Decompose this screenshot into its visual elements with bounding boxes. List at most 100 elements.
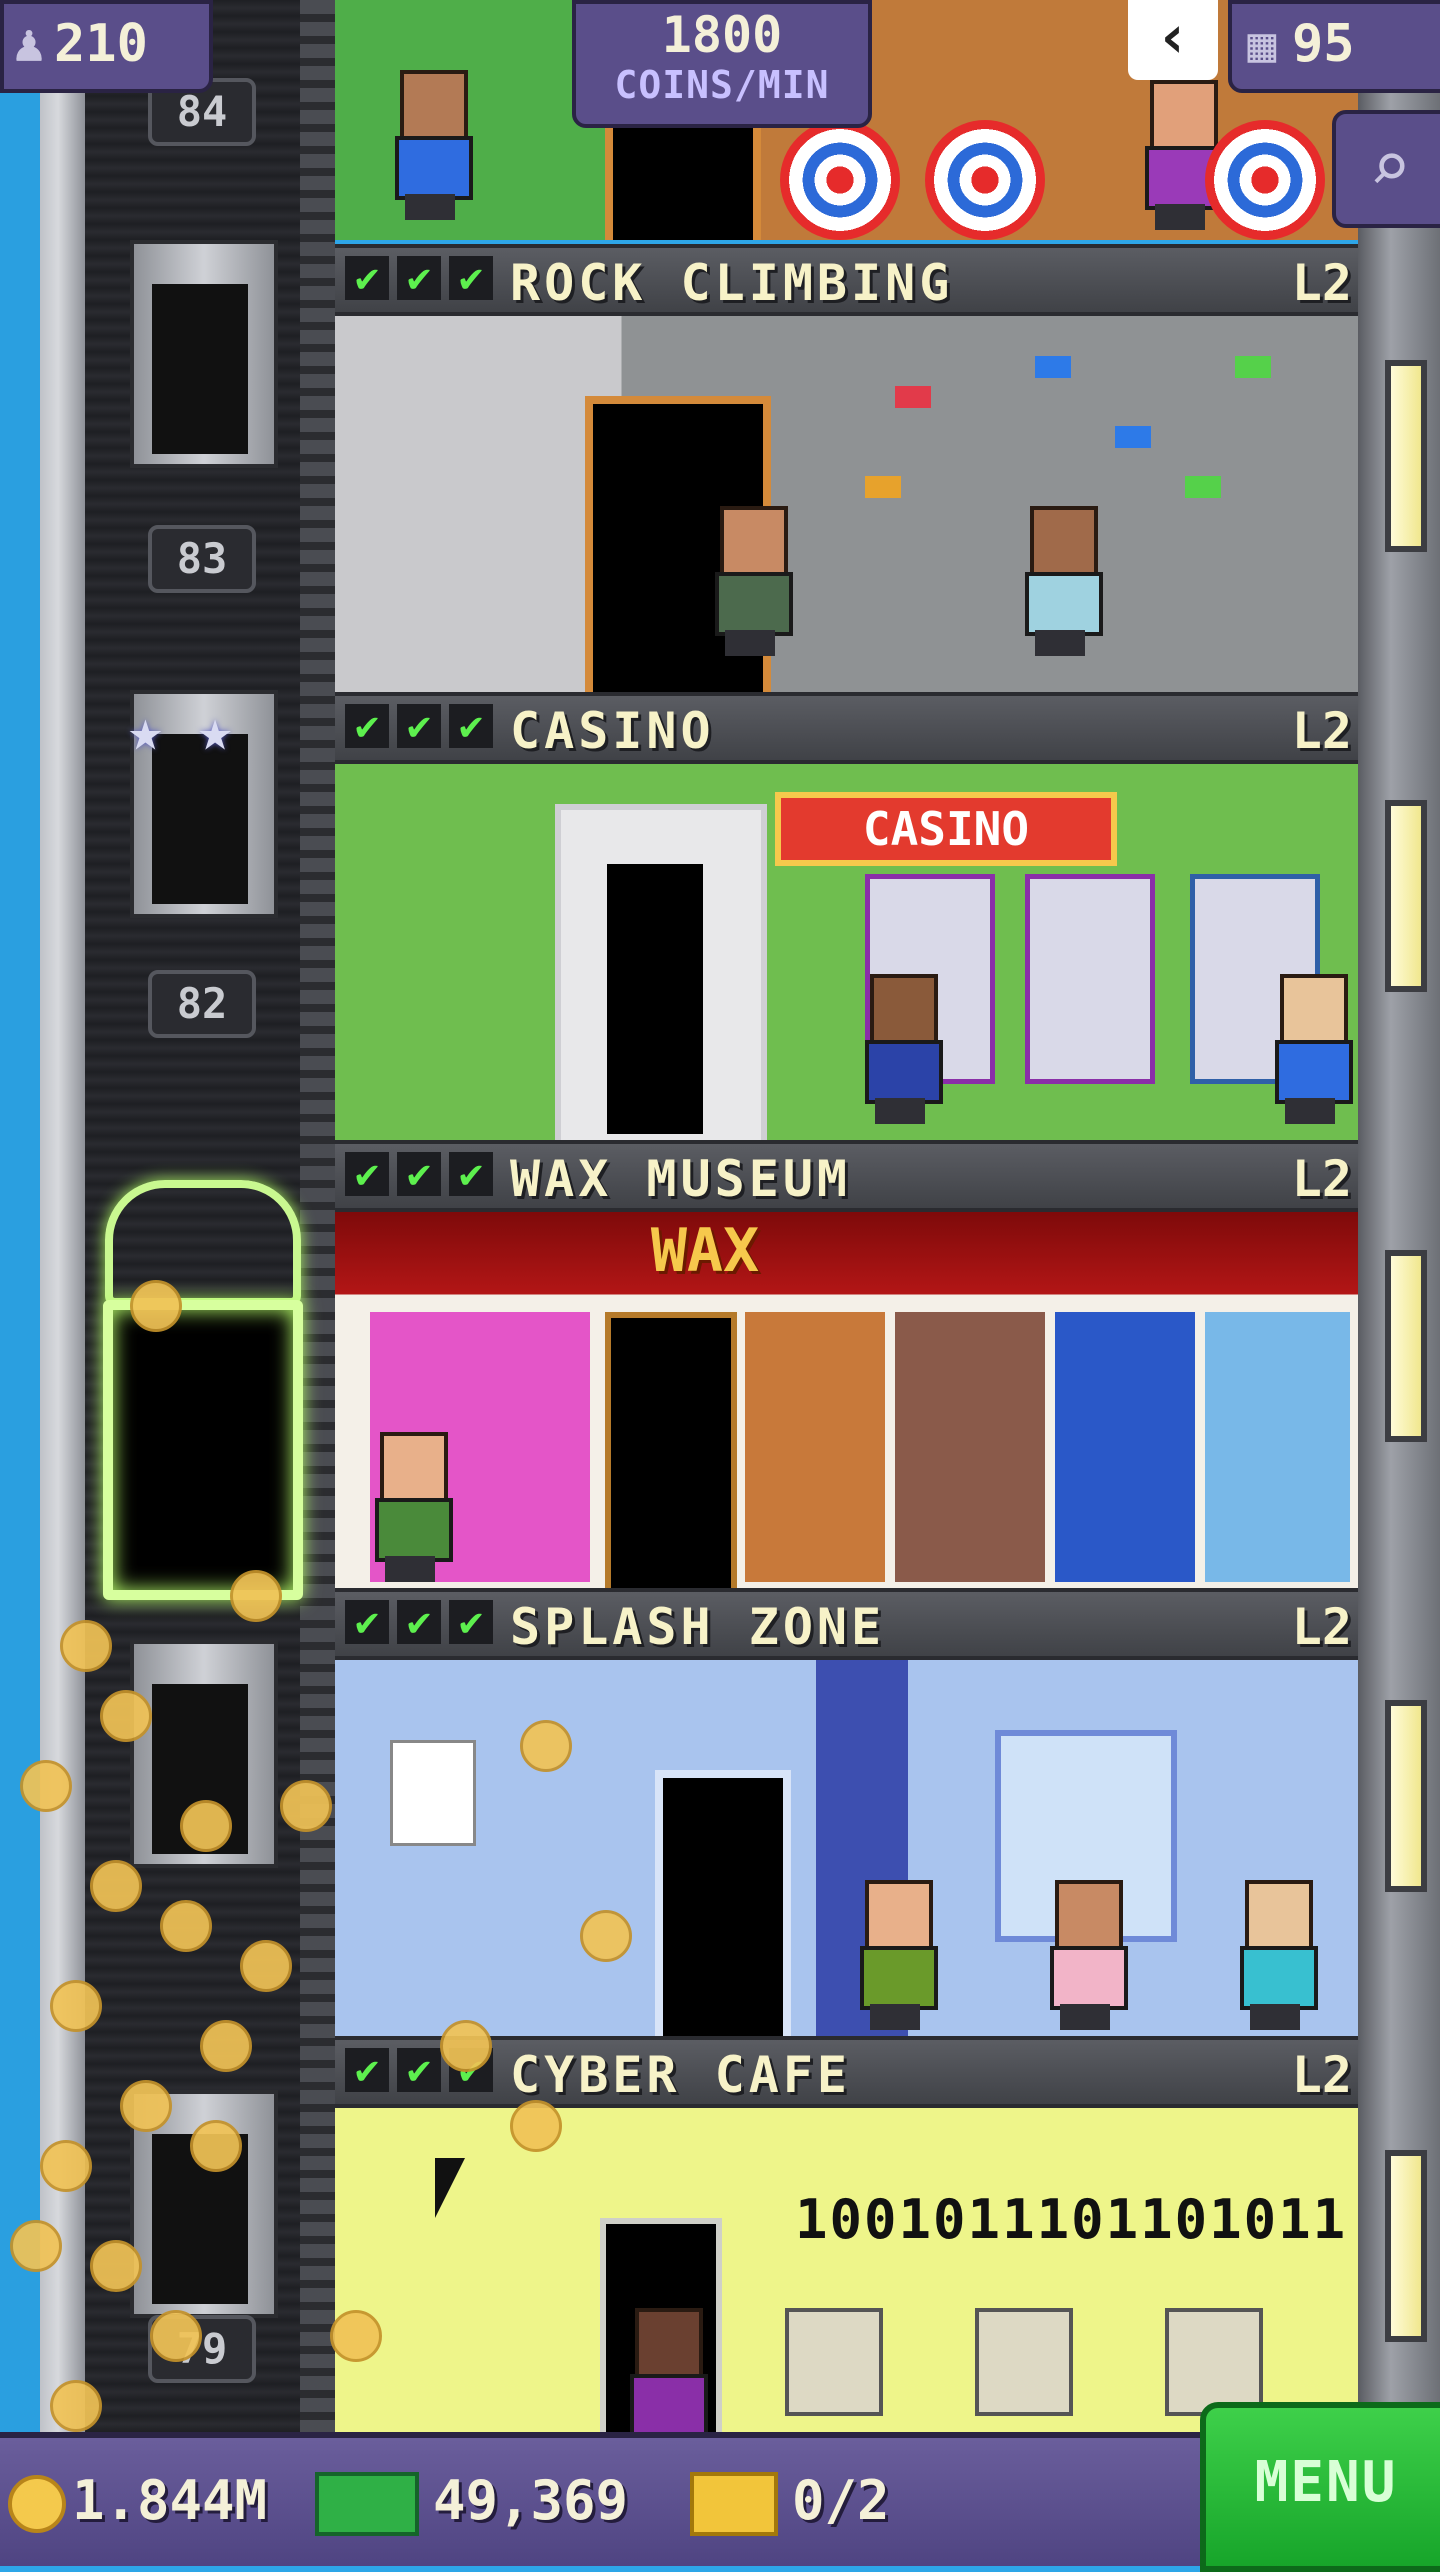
- coin-particle: [520, 1720, 572, 1772]
- floor-level: L2: [1291, 702, 1352, 760]
- coin-particle: [50, 1980, 102, 2032]
- coin-particle: [190, 2120, 242, 2172]
- floor-casino[interactable]: ✔ ✔ ✔ CASINO L2 CASINO: [335, 692, 1358, 1150]
- coin-particle: [440, 2020, 492, 2072]
- floor-stars: ★ ★: [128, 700, 258, 760]
- elevator-door: [103, 1300, 303, 1600]
- floor-room[interactable]: WAX: [335, 1212, 1358, 1588]
- coin-particle: [90, 2240, 142, 2292]
- floor-level: L2: [1291, 1598, 1352, 1656]
- check-icon: ✔: [449, 1152, 493, 1196]
- bitizen[interactable]: [620, 2308, 710, 2432]
- check-icon: ✔: [397, 2048, 441, 2092]
- slot-machine-icon: [1025, 874, 1155, 1084]
- floor-name: CASINO: [510, 702, 715, 760]
- wax-sign: WAX: [650, 1216, 760, 1286]
- check-icon: ✔: [397, 256, 441, 300]
- coin-particle: [180, 1800, 232, 1852]
- bitizen[interactable]: [365, 1432, 455, 1582]
- floor-level: L2: [1291, 254, 1352, 312]
- floor-header: ✔ ✔ ✔ CASINO L2: [335, 692, 1358, 764]
- coin-particle: [10, 2220, 62, 2272]
- floor-room[interactable]: [335, 316, 1358, 692]
- elevator-rail: [300, 0, 335, 2560]
- bitizen[interactable]: [1265, 974, 1355, 1124]
- coin-particle: [50, 2380, 102, 2432]
- coins-per-min-label: COINS/MIN: [614, 63, 830, 107]
- floor-stock-checks: ✔✔✔: [345, 256, 501, 300]
- bitizen[interactable]: [850, 1880, 940, 2030]
- population-value: 210: [54, 14, 148, 74]
- tickets-display[interactable]: 0/2: [690, 2456, 890, 2546]
- coin-particle: [330, 2310, 382, 2362]
- coin-icon: [8, 2475, 66, 2534]
- bux-value: 49,369: [433, 2469, 629, 2532]
- search-button[interactable]: ⌕: [1332, 110, 1440, 228]
- floor-header: ✔ ✔ ✔ SPLASH ZONE L2: [335, 1588, 1358, 1660]
- bux-display[interactable]: 49,369: [315, 2456, 628, 2546]
- check-icon: ✔: [345, 1600, 389, 1644]
- coin-particle: [280, 1780, 332, 1832]
- floor-name: ROCK CLIMBING: [510, 254, 954, 312]
- floor-count[interactable]: ▦ 95: [1228, 0, 1440, 93]
- floor-room[interactable]: [335, 1660, 1358, 2036]
- computer-icon: [785, 2308, 883, 2416]
- floor-splash-zone[interactable]: ✔ ✔ ✔ SPLASH ZONE L2: [335, 1588, 1358, 2036]
- floor-room[interactable]: CASINO: [335, 764, 1358, 1150]
- floor-name: WAX MUSEUM: [510, 1150, 852, 1208]
- floor-header: ✔ ✔ ✔ WAX MUSEUM L2: [335, 1140, 1358, 1212]
- bitizen[interactable]: [1015, 506, 1105, 656]
- coin-particle: [130, 1280, 182, 1332]
- coin-particle: [120, 2080, 172, 2132]
- wall-window: [1385, 2150, 1427, 2342]
- computer-icon: [975, 2308, 1073, 2416]
- star-icon: ★: [197, 696, 233, 764]
- climbing-hold: [1035, 356, 1071, 378]
- star-icon: ★: [128, 696, 163, 764]
- wall-window: [1385, 800, 1427, 992]
- coin-particle: [90, 1860, 142, 1912]
- computer-icon: [1165, 2308, 1263, 2416]
- tickets-value: 0/2: [792, 2469, 890, 2532]
- floor-cyber-cafe[interactable]: ✔✔✔ CYBER CAFE L2 1001011101101011: [335, 2036, 1358, 2432]
- sky-strip: [0, 0, 40, 2560]
- bitizen[interactable]: [1230, 1880, 1320, 2030]
- population-counter[interactable]: ♟ 210: [0, 0, 213, 93]
- check-icon: ✔: [397, 704, 441, 748]
- menu-button[interactable]: MENU: [1200, 2402, 1440, 2572]
- check-icon: ✔: [345, 256, 389, 300]
- coins-display[interactable]: 1.844M: [8, 2456, 267, 2546]
- climbing-hold: [1185, 476, 1221, 498]
- coin-particle: [100, 1690, 152, 1742]
- cafe-wall-binary: 1001011101101011: [795, 2188, 1348, 2251]
- floor-count-value: 95: [1292, 14, 1355, 74]
- coin-particle: [20, 1760, 72, 1812]
- coin-particle: [230, 1570, 282, 1622]
- bitizen[interactable]: [705, 506, 795, 656]
- check-icon: ✔: [449, 704, 493, 748]
- coin-particle: [160, 1900, 212, 1952]
- coin-particle: [40, 2140, 92, 2192]
- coin-particle: [200, 2020, 252, 2072]
- check-icon: ✔: [397, 1600, 441, 1644]
- floor-number: 83: [148, 525, 256, 593]
- cursor-icon: [435, 2158, 465, 2218]
- back-button[interactable]: ‹: [1128, 0, 1218, 80]
- floor-stock-checks: ✔✔✔: [345, 1152, 501, 1196]
- climbing-hold: [1235, 356, 1271, 378]
- coin-particle: [510, 2100, 562, 2152]
- floor-room[interactable]: 1001011101101011: [335, 2108, 1358, 2432]
- notice-board-icon: [390, 1740, 476, 1846]
- floor-rock-climbing[interactable]: ✔ ✔ ✔ ROCK CLIMBING L2: [335, 244, 1358, 692]
- floor-level: L2: [1291, 2046, 1352, 2104]
- coins-per-min-value: 1800: [661, 6, 783, 64]
- casino-sign: CASINO: [775, 792, 1117, 866]
- archery-target-icon: [925, 120, 1045, 240]
- wax-exhibit: [1205, 1312, 1350, 1582]
- coin-particle: [150, 2310, 202, 2362]
- neon-elevator[interactable]: [95, 1160, 303, 1600]
- floor-wax-museum[interactable]: ✔ ✔ ✔ WAX MUSEUM L2 WAX: [335, 1140, 1358, 1588]
- bitizen[interactable]: [855, 974, 945, 1124]
- bitizen[interactable]: [385, 70, 475, 220]
- bitizen[interactable]: [1040, 1880, 1130, 2030]
